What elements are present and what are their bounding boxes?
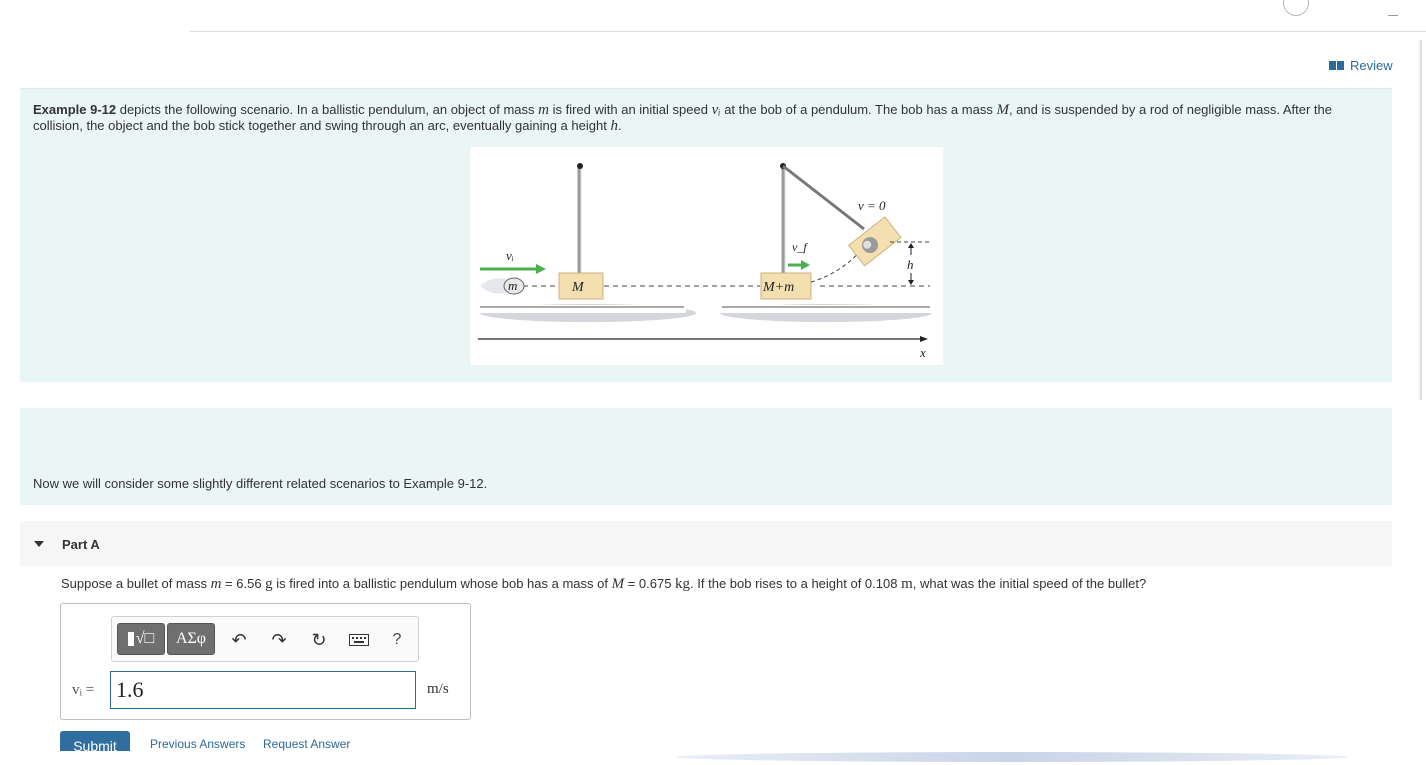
question-text-part: Suppose a bullet of mass: [61, 576, 211, 591]
part-a-header[interactable]: Part A: [20, 521, 1392, 566]
bottom-shadow: [676, 752, 1348, 762]
label-M: M: [571, 280, 585, 295]
swung-rod: [782, 164, 865, 231]
related-text: Now we will consider some slightly diffe…: [33, 476, 488, 491]
unit-m: m: [901, 576, 913, 592]
keyboard-icon[interactable]: [348, 630, 370, 650]
var-vi: vᵢ: [711, 102, 721, 118]
intro-text-part: depicts the following scenario. In a bal…: [116, 102, 539, 117]
review-link[interactable]: Review: [1329, 58, 1393, 73]
var-h: h: [610, 118, 618, 134]
previous-answers-link[interactable]: Previous Answers: [150, 737, 245, 751]
unit-label: m/s: [427, 681, 449, 697]
var-m: m: [538, 102, 549, 118]
help-button[interactable]: ?: [386, 630, 408, 650]
reset-icon[interactable]: ↻: [308, 630, 330, 650]
scrollbar[interactable]: [1418, 40, 1422, 400]
example-ref: Example 9-12: [33, 102, 117, 117]
question-text-part: . If the bob rises to a height of 0.108: [690, 576, 902, 591]
label-Mm: M+m: [762, 280, 794, 295]
x-axis-label: x: [919, 345, 926, 360]
book-icon: [1329, 61, 1344, 70]
intro-text-part: .: [617, 118, 622, 133]
variable-label: vᵢ =: [72, 682, 95, 698]
part-a-title: Part A: [62, 537, 100, 552]
templates-label: √□: [135, 630, 155, 647]
intro-text: Example 9-12 depicts the following scena…: [33, 102, 1373, 134]
var-M: M: [996, 102, 1009, 118]
intro-panel: Example 9-12 depicts the following scena…: [20, 88, 1392, 382]
redo-icon[interactable]: ↷: [268, 630, 290, 650]
label-h: h: [907, 257, 914, 272]
answer-input[interactable]: [110, 671, 416, 709]
collapse-caret-icon[interactable]: [34, 541, 44, 547]
related-scenarios-panel: Now we will consider some slightly diffe…: [20, 408, 1392, 505]
intro-text-part: at the bob of a pendulum. The bob has a …: [720, 102, 997, 117]
undo-icon[interactable]: ↶: [228, 630, 250, 650]
greek-symbols-button[interactable]: ΑΣφ: [167, 623, 215, 655]
top-divider: [190, 31, 1426, 32]
unit-kg: kg: [675, 576, 691, 592]
math-toolbar: √□ ΑΣφ ↶ ↷ ↻ ?: [111, 616, 419, 662]
question-var-M: M: [611, 576, 625, 592]
timer-icon[interactable]: [1283, 0, 1309, 16]
answer-box: √□ ΑΣφ ↶ ↷ ↻ ? vᵢ = m/s: [60, 603, 471, 720]
intro-text-part: is fired with an initial speed: [548, 102, 712, 117]
request-answer-link[interactable]: Request Answer: [263, 737, 350, 751]
templates-button[interactable]: √□: [117, 623, 165, 655]
minimize-icon[interactable]: [1388, 15, 1398, 16]
review-label: Review: [1350, 58, 1393, 73]
question-text-part: = 6.56: [221, 576, 266, 591]
label-vi: vᵢ: [506, 248, 514, 263]
question-text-part: = 0.675: [624, 576, 676, 591]
ballistic-pendulum-figure: x m vᵢ M M+m v_f v = 0 h: [470, 147, 943, 365]
question-var-m: m: [210, 576, 222, 592]
label-m: m: [508, 278, 517, 293]
left-pivot: [577, 163, 583, 169]
question-text-part: is fired into a ballistic pendulum whose…: [272, 576, 612, 591]
question-text-part: , what was the initial speed of the bull…: [912, 576, 1147, 591]
label-vf: v_f: [792, 240, 808, 254]
label-v0: v = 0: [858, 198, 886, 213]
question-text: Suppose a bullet of mass m = 6.56 g is f…: [61, 576, 1146, 593]
unit-g: g: [265, 576, 273, 592]
